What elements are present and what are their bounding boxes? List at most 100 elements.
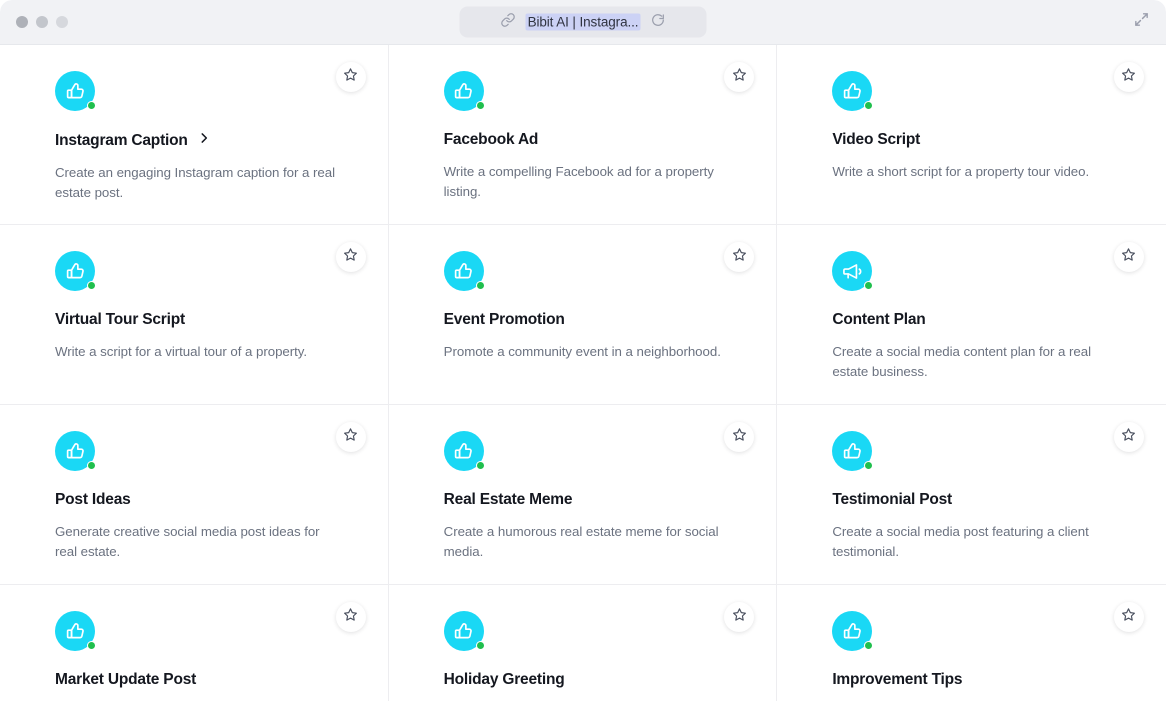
card-post-ideas[interactable]: Post Ideas Generate creative social medi… (0, 405, 389, 585)
card-description: Create a social media content plan for a… (832, 344, 1091, 380)
template-card-grid: Instagram Caption Create an engaging Ins… (0, 45, 1166, 701)
status-dot (475, 461, 485, 470)
status-dot (87, 101, 96, 110)
card-description: Promote a community event in a neighborh… (443, 344, 721, 359)
card-description: Write a compelling Facebook ad for a pro… (443, 164, 714, 200)
card-event-promotion[interactable]: Event Promotion Promote a community even… (388, 225, 778, 405)
status-dot (864, 461, 874, 470)
card-title-row: Post Ideas (55, 491, 360, 509)
title-bar: Bibit AI | Instagra... (0, 0, 1166, 45)
card-content-plan[interactable]: Content Plan Create a social media conte… (777, 225, 1166, 405)
star-outline-icon (343, 607, 358, 627)
card-title: Post Ideas (55, 491, 131, 508)
close-button[interactable] (16, 16, 28, 28)
card-icon-wrap (443, 431, 485, 471)
card-title-row: Content Plan (832, 311, 1138, 329)
card-title-row: Facebook Ad (444, 131, 749, 149)
card-icon-wrap (443, 71, 485, 111)
status-dot (475, 641, 485, 650)
minimize-button[interactable] (36, 16, 48, 28)
card-title: Improvement Tips (832, 671, 963, 688)
favorite-button[interactable] (724, 422, 755, 452)
card-description: Generate creative social media post idea… (55, 524, 320, 560)
favorite-button[interactable] (724, 242, 755, 272)
favorite-button[interactable] (1113, 422, 1144, 452)
status-dot (864, 641, 874, 650)
card-title: Market Update Post (55, 671, 197, 688)
star-outline-icon (1121, 247, 1136, 267)
address-bar[interactable]: Bibit AI | Instagra... (459, 6, 707, 38)
card-description: Write a short script for a property tour… (832, 164, 1090, 179)
card-icon-wrap (443, 611, 485, 651)
star-outline-icon (1121, 607, 1136, 627)
app-window: Bibit AI | Instagra... Instagram Caption… (0, 0, 1166, 701)
status-dot (87, 641, 96, 650)
card-virtual-tour-script[interactable]: Virtual Tour Script Write a script for a… (0, 225, 389, 405)
card-title-row: Holiday Greeting (444, 671, 749, 689)
status-dot (87, 461, 96, 470)
card-title: Holiday Greeting (443, 671, 565, 688)
star-outline-icon (1121, 67, 1136, 87)
card-icon-wrap (443, 251, 485, 291)
card-title: Testimonial Post (832, 491, 953, 508)
favorite-button[interactable] (1113, 602, 1144, 632)
card-testimonial-post[interactable]: Testimonial Post Create a social media p… (777, 405, 1166, 585)
card-title-row: Real Estate Meme (444, 491, 749, 509)
star-outline-icon (343, 427, 358, 447)
star-outline-icon (732, 67, 747, 87)
card-icon-wrap (55, 71, 96, 111)
favorite-button[interactable] (1113, 62, 1144, 92)
card-title-row: Instagram Caption (55, 131, 360, 150)
chevron-right-icon (197, 131, 211, 150)
expand-icon[interactable] (1133, 11, 1150, 33)
card-title-row: Testimonial Post (832, 491, 1138, 509)
card-real-estate-meme[interactable]: Real Estate Meme Create a humorous real … (388, 405, 778, 585)
card-title: Virtual Tour Script (55, 311, 185, 328)
star-outline-icon (732, 247, 747, 267)
card-title: Real Estate Meme (443, 491, 573, 508)
card-icon-wrap (832, 611, 874, 651)
card-title: Video Script (832, 131, 921, 148)
favorite-button[interactable] (335, 602, 366, 632)
address-bar-text[interactable]: Bibit AI | Instagra... (525, 13, 641, 31)
card-description: Create a humorous real estate meme for s… (443, 524, 719, 560)
window-controls[interactable] (16, 16, 68, 28)
card-holiday-greeting[interactable]: Holiday Greeting (388, 585, 778, 701)
card-facebook-ad[interactable]: Facebook Ad Write a compelling Facebook … (388, 45, 778, 225)
card-title-row: Market Update Post (55, 671, 360, 689)
card-title-row: Event Promotion (444, 311, 749, 329)
card-icon-wrap (832, 251, 874, 291)
card-instagram-caption[interactable]: Instagram Caption Create an engaging Ins… (0, 45, 389, 225)
star-outline-icon (343, 247, 358, 267)
reload-icon[interactable] (650, 12, 665, 32)
card-title-row: Video Script (832, 131, 1138, 149)
favorite-button[interactable] (335, 242, 366, 272)
status-dot (475, 281, 485, 290)
card-market-update-post[interactable]: Market Update Post (0, 585, 389, 701)
status-dot (475, 101, 485, 110)
favorite-button[interactable] (724, 602, 755, 632)
card-icon-wrap (832, 431, 874, 471)
card-title: Content Plan (832, 311, 926, 328)
card-title-row: Improvement Tips (832, 671, 1138, 689)
favorite-button[interactable] (1113, 242, 1144, 272)
card-description: Create a social media post featuring a c… (832, 524, 1089, 560)
status-dot (864, 281, 874, 290)
favorite-button[interactable] (724, 62, 755, 92)
card-improvement-tips[interactable]: Improvement Tips (777, 585, 1166, 701)
maximize-button[interactable] (56, 16, 68, 28)
star-outline-icon (732, 607, 747, 627)
favorite-button[interactable] (335, 422, 366, 452)
card-description: Create an engaging Instagram caption for… (55, 165, 336, 201)
card-title: Instagram Caption (55, 131, 188, 149)
card-icon-wrap (55, 611, 96, 651)
card-title: Facebook Ad (443, 131, 539, 148)
card-icon-wrap (55, 251, 96, 291)
card-icon-wrap (832, 71, 874, 111)
link-icon (501, 12, 516, 32)
favorite-button[interactable] (335, 62, 366, 92)
star-outline-icon (732, 427, 747, 447)
status-dot (87, 281, 96, 290)
card-video-script[interactable]: Video Script Write a short script for a … (777, 45, 1166, 225)
card-description: Write a script for a virtual tour of a p… (55, 344, 308, 359)
